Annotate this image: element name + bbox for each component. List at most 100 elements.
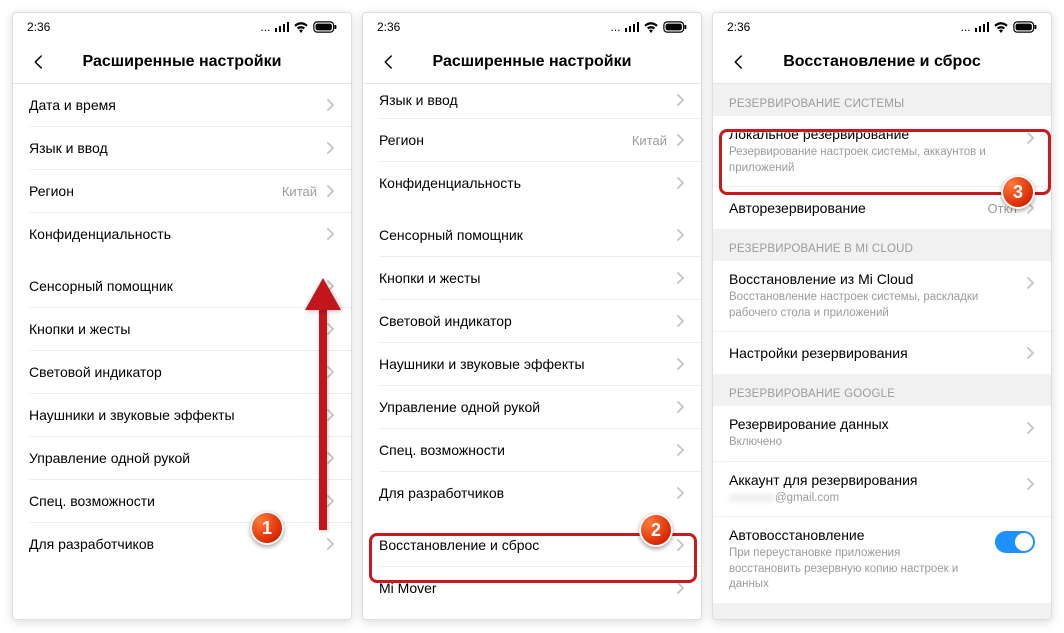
row-local-backup[interactable]: Локальное резервирование Резервирование … <box>713 116 1051 186</box>
chevron-right-icon <box>327 323 335 335</box>
chevron-right-icon <box>327 99 335 111</box>
chevron-right-icon <box>677 177 685 189</box>
auto-restore-toggle[interactable] <box>995 531 1035 553</box>
row-auto-restore[interactable]: Автовосстановление При переустановке при… <box>713 517 1051 603</box>
battery-icon <box>1013 21 1037 33</box>
row-touch-assistant[interactable]: Сенсорный помощник <box>363 214 701 256</box>
chevron-right-icon <box>327 142 335 154</box>
row-region[interactable]: РегионКитай <box>13 170 351 212</box>
chevron-right-icon <box>677 401 685 413</box>
row-label: Кнопки и жесты <box>379 270 677 286</box>
phone-screen-1: 2:36 ... Расширенные настройки Дата и вр… <box>12 12 352 620</box>
signal-icon <box>975 22 990 32</box>
chevron-right-icon <box>677 315 685 327</box>
row-sublabel: При переустановке приложения восстановит… <box>729 546 995 593</box>
row-region[interactable]: РегионКитай <box>363 119 701 161</box>
row-privacy[interactable]: Конфиденциальность <box>13 213 351 255</box>
row-label: Наушники и звуковые эффекты <box>29 407 327 423</box>
row-backup-reset[interactable]: Восстановление и сброс <box>363 524 701 566</box>
status-time: 2:36 <box>727 20 750 34</box>
phone-screen-3: 2:36 ... Восстановление и сброс РЕЗЕРВИР… <box>712 12 1052 620</box>
row-label: Конфиденциальность <box>29 226 327 242</box>
row-accessibility[interactable]: Спец. возможности <box>13 480 351 522</box>
row-datetime[interactable]: Дата и время <box>13 84 351 126</box>
row-label: Кнопки и жесты <box>29 321 327 337</box>
row-label: Управление одной рукой <box>379 399 677 415</box>
row-label: Регион <box>29 183 282 199</box>
row-language[interactable]: Язык и ввод <box>363 84 701 118</box>
row-led[interactable]: Световой индикатор <box>363 300 701 342</box>
section-micloud-backup: РЕЗЕРВИРОВАНИЕ В MI CLOUD <box>713 229 1051 261</box>
row-developer[interactable]: Для разработчиков <box>13 523 351 565</box>
screen-header: Расширенные настройки <box>13 41 351 84</box>
status-time: 2:36 <box>27 20 50 34</box>
chevron-right-icon <box>677 582 685 594</box>
chevron-right-icon <box>1027 277 1035 289</box>
status-bar: 2:36 ... <box>13 13 351 41</box>
row-data-backup[interactable]: Резервирование данных Включено <box>713 406 1051 461</box>
phone-screen-2: 2:36 ... Расширенные настройки Язык и вв… <box>362 12 702 620</box>
status-icons: ... <box>260 20 337 34</box>
row-label: Mi Mover <box>379 580 677 596</box>
screen-title: Восстановление и сброс <box>783 53 981 71</box>
battery-icon <box>313 21 337 33</box>
back-button[interactable] <box>719 41 759 83</box>
row-touch-assistant[interactable]: Сенсорный помощник <box>13 265 351 307</box>
chevron-right-icon <box>1027 422 1035 434</box>
row-label: Наушники и звуковые эффекты <box>379 356 677 372</box>
account-suffix: @gmail.com <box>775 492 839 504</box>
row-label: Управление одной рукой <box>29 450 327 466</box>
row-onehand[interactable]: Управление одной рукой <box>363 386 701 428</box>
row-value: Китай <box>282 184 317 199</box>
row-label: Сенсорный помощник <box>379 227 677 243</box>
chevron-right-icon <box>327 228 335 240</box>
row-label: Дата и время <box>29 97 327 113</box>
signal-icon <box>625 22 640 32</box>
chevron-right-icon <box>677 539 685 551</box>
row-restore-micloud[interactable]: Восстановление из Mi Cloud Восстановлени… <box>713 261 1051 331</box>
chevron-right-icon <box>1027 478 1035 490</box>
section-system-backup: РЕЗЕРВИРОВАНИЕ СИСТЕМЫ <box>713 84 1051 116</box>
row-mi-mover[interactable]: Mi Mover <box>363 567 701 609</box>
row-onehand[interactable]: Управление одной рукой <box>13 437 351 479</box>
chevron-right-icon <box>677 272 685 284</box>
status-time: 2:36 <box>377 20 400 34</box>
row-label: Восстановление из Mi Cloud <box>729 271 1027 287</box>
back-button[interactable] <box>369 41 409 83</box>
chevron-right-icon <box>677 94 685 106</box>
screen-title: Расширенные настройки <box>433 53 632 71</box>
row-label: Локальное резервирование <box>729 126 1027 142</box>
more-status-icon: ... <box>260 20 270 34</box>
chevron-right-icon <box>1027 347 1035 359</box>
chevron-right-icon <box>327 280 335 292</box>
back-button[interactable] <box>19 41 59 83</box>
chevron-right-icon <box>677 134 685 146</box>
chevron-right-icon <box>1027 132 1035 144</box>
row-label: Спец. возможности <box>29 493 327 509</box>
chevron-right-icon <box>677 358 685 370</box>
row-led[interactable]: Световой индикатор <box>13 351 351 393</box>
row-sublabel: Включено <box>729 435 1027 451</box>
row-backup-account[interactable]: Аккаунт для резервирования xxxxxxxx@gmai… <box>713 462 1051 517</box>
row-developer[interactable]: Для разработчиков <box>363 472 701 514</box>
row-headphones[interactable]: Наушники и звуковые эффекты <box>13 394 351 436</box>
row-label: Язык и ввод <box>379 92 677 108</box>
status-bar: 2:36 ... <box>363 13 701 41</box>
screen-header: Восстановление и сброс <box>713 41 1051 84</box>
row-headphones[interactable]: Наушники и звуковые эффекты <box>363 343 701 385</box>
row-accessibility[interactable]: Спец. возможности <box>363 429 701 471</box>
status-icons: ... <box>960 20 1037 34</box>
row-buttons-gestures[interactable]: Кнопки и жесты <box>13 308 351 350</box>
row-language[interactable]: Язык и ввод <box>13 127 351 169</box>
row-buttons-gestures[interactable]: Кнопки и жесты <box>363 257 701 299</box>
back-icon <box>380 53 398 71</box>
row-label: Сенсорный помощник <box>29 278 327 294</box>
signal-icon <box>275 22 290 32</box>
status-icons: ... <box>610 20 687 34</box>
row-backup-settings[interactable]: Настройки резервирования <box>713 332 1051 374</box>
row-privacy[interactable]: Конфиденциальность <box>363 162 701 204</box>
chevron-right-icon <box>677 487 685 499</box>
chevron-right-icon <box>327 409 335 421</box>
row-auto-backup[interactable]: АвторезервированиеОткл <box>713 187 1051 229</box>
row-label: Аккаунт для резервирования <box>729 472 1027 488</box>
